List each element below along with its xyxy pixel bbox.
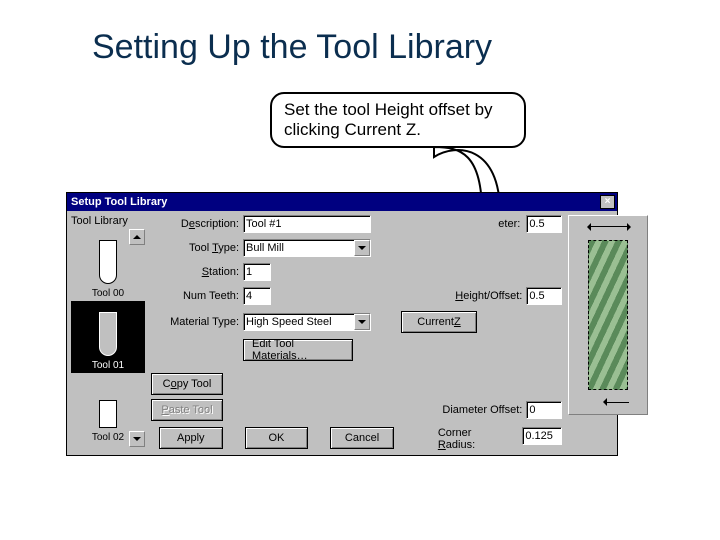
scroll-down-icon[interactable]	[129, 431, 145, 447]
tool-shape-icon	[99, 400, 117, 428]
scroll-up-icon[interactable]	[129, 229, 145, 245]
tool-shape-icon	[99, 312, 117, 356]
edit-materials-button[interactable]: Edit Tool Materials…	[243, 339, 353, 361]
copy-tool-button[interactable]: Copy Tool	[151, 373, 223, 395]
chevron-down-icon[interactable]	[354, 314, 370, 330]
diameter-label: eter:	[498, 218, 524, 230]
close-icon[interactable]: ×	[600, 195, 615, 209]
heightoffset-input[interactable]	[526, 287, 562, 305]
diameter-input[interactable]	[526, 215, 562, 233]
tool-library-label: Tool Library	[71, 215, 145, 227]
description-input[interactable]	[243, 215, 371, 233]
cornerradius-label: Corner Radius:	[438, 427, 501, 451]
cornerradius-input[interactable]	[522, 427, 562, 445]
tooltype-label: Tool Type:	[151, 242, 243, 254]
tool-shape-icon	[99, 240, 117, 284]
numteeth-input[interactable]	[243, 287, 271, 305]
heightoffset-label: Height/Offset:	[426, 290, 526, 302]
arrow-horizontal-icon	[583, 222, 635, 232]
window-title: Setup Tool Library	[71, 196, 167, 208]
tool-item-label: Tool 02	[92, 432, 124, 443]
apply-button[interactable]: Apply	[159, 427, 223, 449]
description-label: Description:	[151, 218, 243, 230]
tool-list[interactable]: Tool 00 Tool 01 Tool 02	[71, 229, 145, 447]
list-item[interactable]: Tool 01	[71, 301, 145, 373]
chevron-down-icon[interactable]	[354, 240, 370, 256]
slide-title: Setting Up the Tool Library	[92, 28, 492, 67]
cancel-button[interactable]: Cancel	[330, 427, 394, 449]
material-label: Material Type:	[151, 316, 243, 328]
window: Setup Tool Library × Tool Library Tool 0…	[66, 192, 618, 456]
arrow-left-icon	[599, 396, 629, 410]
diameteroffset-input[interactable]	[526, 401, 562, 419]
station-label: Station:	[151, 266, 243, 278]
current-z-button[interactable]: Current Z	[401, 311, 477, 333]
paste-tool-button[interactable]: Paste Tool	[151, 399, 223, 421]
diameteroffset-label: Diameter Offset:	[426, 404, 526, 416]
tooltype-select[interactable]: Bull Mill	[243, 239, 371, 257]
tooltype-value: Bull Mill	[246, 242, 284, 254]
material-select[interactable]: High Speed Steel	[243, 313, 371, 331]
tool-preview	[568, 215, 648, 415]
tool-item-label: Tool 00	[92, 288, 124, 299]
ok-button[interactable]: OK	[245, 427, 309, 449]
numteeth-label: Num Teeth:	[151, 290, 243, 302]
titlebar: Setup Tool Library ×	[67, 193, 617, 211]
station-input[interactable]	[243, 263, 271, 281]
tool-item-label: Tool 01	[92, 360, 124, 371]
cutter-graphic	[588, 240, 628, 390]
callout-bubble: Set the tool Height offset by clicking C…	[270, 92, 526, 148]
material-value: High Speed Steel	[246, 316, 332, 328]
